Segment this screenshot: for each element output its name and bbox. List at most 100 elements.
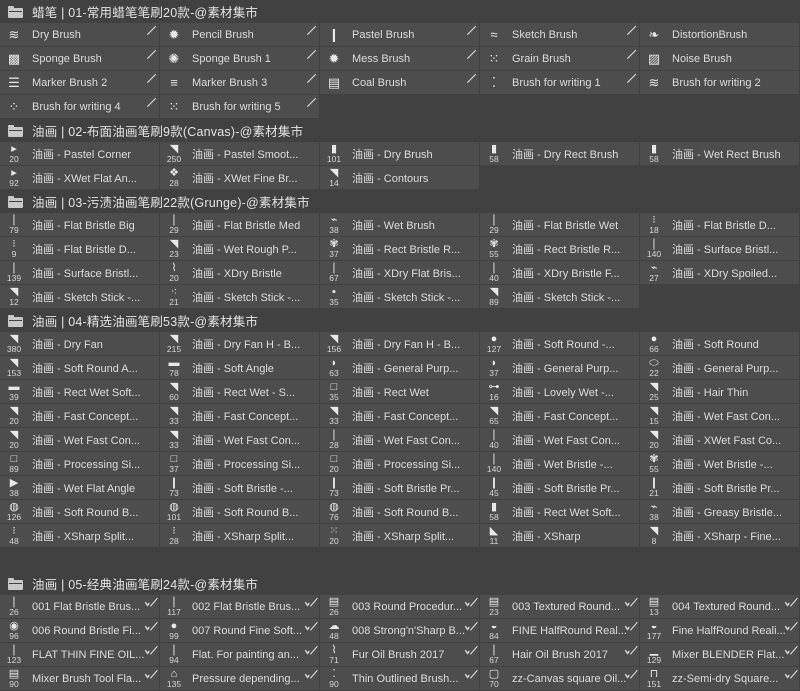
brush-item[interactable]: ❖ 28 油画 - XWet Fine Br... bbox=[160, 166, 319, 189]
brush-item[interactable]: ❘ 29 油画 - Flat Bristle Med bbox=[160, 213, 319, 236]
brush-item[interactable]: ◥ 25 油画 - Hair Thin bbox=[640, 380, 799, 403]
brush-item[interactable]: ❘ 29 油画 - Flat Bristle Wet bbox=[480, 213, 639, 236]
brush-item[interactable]: ⁚ 90 Thin Outlined Brush... bbox=[320, 667, 479, 690]
brush-item[interactable]: ▢ 70 zz-Canvas square Oil... bbox=[480, 667, 639, 690]
brush-item[interactable]: ❘ 140 油画 - Surface Bristl... bbox=[640, 237, 799, 260]
brush-item[interactable]: ◥ 153 油画 - Soft Round A... bbox=[0, 356, 159, 379]
brush-item[interactable]: ❘ 40 油画 - Wet Fast Con... bbox=[480, 428, 639, 451]
brush-item[interactable]: ≡ Marker Brush 3 bbox=[160, 71, 319, 94]
brush-item[interactable]: ◥ 60 油画 - Rect Wet - S... bbox=[160, 380, 319, 403]
brush-item[interactable]: ⁝ 48 油画 - XSharp Split... bbox=[0, 524, 159, 547]
brush-item[interactable]: ◥ 380 油画 - Dry Fan bbox=[0, 332, 159, 355]
brush-item[interactable]: ❘ 94 Flat. For painting an... bbox=[160, 643, 319, 666]
brush-item[interactable]: ▤ 13 004 Textured Round... bbox=[640, 595, 799, 618]
brush-item[interactable]: ▸ 20 油画 - Pastel Corner bbox=[0, 142, 159, 165]
brush-item[interactable]: ◍ 76 油画 - Soft Round B... bbox=[320, 500, 479, 523]
group-header-group-canvas-oil[interactable]: 油画 | 02-布面油画笔刷9款(Canvas)-@素材集市 bbox=[0, 119, 800, 142]
brush-item[interactable]: ✾ 55 油画 - Wet Bristle -... bbox=[640, 452, 799, 475]
brush-item[interactable]: ⁙ Brush for writing 5 bbox=[160, 95, 319, 118]
brush-item[interactable]: ✾ 37 油画 - Rect Bristle R... bbox=[320, 237, 479, 260]
brush-item[interactable]: ❧ DistortionBrush bbox=[640, 23, 799, 46]
brush-item[interactable]: ❙ 73 油画 - Soft Bristle -... bbox=[160, 476, 319, 499]
brush-item[interactable]: □ 89 油画 - Processing Si... bbox=[0, 452, 159, 475]
brush-item[interactable]: ◗ 37 油画 - General Purp... bbox=[480, 356, 639, 379]
brush-item[interactable]: ⬭ 22 油画 - General Purp... bbox=[640, 356, 799, 379]
brush-item[interactable]: ≋ Dry Brush bbox=[0, 23, 159, 46]
brush-item[interactable]: ◥ 33 油画 - Fast Concept... bbox=[320, 404, 479, 427]
brush-item[interactable]: ◥ 20 油画 - XWet Fast Co... bbox=[640, 428, 799, 451]
brush-item[interactable]: ◥ 250 油画 - Pastel Smoot... bbox=[160, 142, 319, 165]
brush-item[interactable]: ◥ 23 油画 - Wet Rough P... bbox=[160, 237, 319, 260]
brush-item[interactable]: ⁝ 18 油画 - Flat Bristle D... bbox=[640, 213, 799, 236]
brush-item[interactable]: ⁚ Brush for writing 1 bbox=[480, 71, 639, 94]
brush-item[interactable]: ⊶ 16 油画 - Lovely Wet -... bbox=[480, 380, 639, 403]
brush-item[interactable]: ≋ Brush for writing 2 bbox=[640, 71, 799, 94]
brush-item[interactable]: □ 37 油画 - Processing Si... bbox=[160, 452, 319, 475]
brush-item[interactable]: ❘ 67 油画 - XDry Flat Bris... bbox=[320, 261, 479, 284]
brush-item[interactable]: ▮ 58 油画 - Rect Wet Soft... bbox=[480, 500, 639, 523]
brush-item[interactable]: ❘ 139 油画 - Surface Bristl... bbox=[0, 261, 159, 284]
brush-item[interactable]: ❘ 123 FLAT THIN FINE OIL... bbox=[0, 643, 159, 666]
brush-item[interactable]: ⁖ 21 油画 - Sketch Stick -... bbox=[160, 285, 319, 308]
brush-item[interactable]: ❘ 26 001 Flat Bristle Brus... bbox=[0, 595, 159, 618]
brush-item[interactable]: ▮ 101 油画 - Dry Brush bbox=[320, 142, 479, 165]
brush-item[interactable]: ≈ Sketch Brush bbox=[480, 23, 639, 46]
brush-item[interactable]: ◥ 156 油画 - Dry Fan H - B... bbox=[320, 332, 479, 355]
brush-item[interactable]: ⌂ 135 Pressure depending... bbox=[160, 667, 319, 690]
brush-item[interactable]: ◥ 14 油画 - Contours bbox=[320, 166, 479, 189]
brush-item[interactable]: ▪ 35 油画 - Sketch Stick -... bbox=[320, 285, 479, 308]
brush-item[interactable]: ◍ 126 油画 - Soft Round B... bbox=[0, 500, 159, 523]
brush-item[interactable]: ⁝ 28 油画 - XSharp Split... bbox=[160, 524, 319, 547]
brush-item[interactable]: ❙ 73 油画 - Soft Bristle Pr... bbox=[320, 476, 479, 499]
brush-item[interactable]: ⌁ 27 油画 - XDry Spoiled... bbox=[640, 261, 799, 284]
brush-item[interactable]: ● 66 油画 - Soft Round bbox=[640, 332, 799, 355]
brush-item[interactable]: ▤ Coal Brush bbox=[320, 71, 479, 94]
brush-item[interactable]: ⁘ Brush for writing 4 bbox=[0, 95, 159, 118]
brush-item[interactable]: ⌁ 38 油画 - Wet Brush bbox=[320, 213, 479, 236]
brush-item[interactable]: ◍ 101 油画 - Soft Round B... bbox=[160, 500, 319, 523]
brush-item[interactable]: ▬ 78 油画 - Soft Angle bbox=[160, 356, 319, 379]
brush-item[interactable]: ❙ Pastel Brush bbox=[320, 23, 479, 46]
brush-item[interactable]: ❘ 140 油画 - Wet Bristle -... bbox=[480, 452, 639, 475]
group-header-group-crayon[interactable]: 蜡笔 | 01-常用蜡笔笔刷20款-@素材集市 bbox=[0, 0, 800, 23]
brush-item[interactable]: ▬ 39 油画 - Rect Wet Soft... bbox=[0, 380, 159, 403]
brush-item[interactable]: ⁙ Grain Brush bbox=[480, 47, 639, 70]
brush-item[interactable]: ⌇ 71 Fur Oil Brush 2017 bbox=[320, 643, 479, 666]
brush-item[interactable]: ❘ 28 油画 - Wet Fast Con... bbox=[320, 428, 479, 451]
brush-item[interactable]: ◒ 177 Fine HalfRound Reali... bbox=[640, 619, 799, 642]
brush-item[interactable]: ❘ 40 油画 - XDry Bristle F... bbox=[480, 261, 639, 284]
brush-item[interactable]: ✾ 55 油画 - Rect Bristle R... bbox=[480, 237, 639, 260]
brush-item[interactable]: ⌁ 38 油画 - Greasy Bristle... bbox=[640, 500, 799, 523]
group-header-group-selected-oil[interactable]: 油画 | 04-精选油画笔刷53款-@素材集市 bbox=[0, 309, 800, 332]
brush-item[interactable]: ▮ 58 油画 - Wet Rect Brush bbox=[640, 142, 799, 165]
brush-item[interactable]: ▁ 129 Mixer BLENDER Flat... bbox=[640, 643, 799, 666]
brush-item[interactable]: ▶ 38 油画 - Wet Flat Angle bbox=[0, 476, 159, 499]
brush-item[interactable]: ⊓ 151 zz-Semi-dry Square... bbox=[640, 667, 799, 690]
brush-item[interactable]: ● 99 007 Round Fine Soft... bbox=[160, 619, 319, 642]
brush-item[interactable]: ✹ Mess Brush bbox=[320, 47, 479, 70]
brush-item[interactable]: ▨ Noise Brush bbox=[640, 47, 799, 70]
brush-item[interactable]: ❘ 67 Hair Oil Brush 2017 bbox=[480, 643, 639, 666]
brush-item[interactable]: ◣ 11 油画 - XSharp bbox=[480, 524, 639, 547]
brush-item[interactable]: ◥ 33 油画 - Fast Concept... bbox=[160, 404, 319, 427]
brush-item[interactable]: ◥ 12 油画 - Sketch Stick -... bbox=[0, 285, 159, 308]
brush-item[interactable]: □ 35 油画 - Rect Wet bbox=[320, 380, 479, 403]
brush-item[interactable]: ◥ 20 油画 - Wet Fast Con... bbox=[0, 428, 159, 451]
brush-item[interactable]: ▮ 58 油画 - Dry Rect Brush bbox=[480, 142, 639, 165]
brush-item[interactable]: □ 20 油画 - Processing Si... bbox=[320, 452, 479, 475]
brush-item[interactable]: ⁝ 9 油画 - Flat Bristle D... bbox=[0, 237, 159, 260]
group-header-group-grunge-oil[interactable]: 油画 | 03-污渍油画笔刷22款(Grunge)-@素材集市 bbox=[0, 190, 800, 213]
brush-item[interactable]: ✺ Sponge Brush 1 bbox=[160, 47, 319, 70]
brush-item[interactable]: ◒ 84 FINE HalfRound Real... bbox=[480, 619, 639, 642]
brush-item[interactable]: ◥ 15 油画 - Wet Fast Con... bbox=[640, 404, 799, 427]
group-header-group-classic-oil[interactable]: 油画 | 05-经典油画笔刷24款-@素材集市 bbox=[0, 572, 800, 595]
brush-item[interactable]: ⌇ 20 油画 - XDry Bristle bbox=[160, 261, 319, 284]
brush-item[interactable]: ◥ 8 油画 - XSharp - Fine... bbox=[640, 524, 799, 547]
brush-item[interactable]: ▤ 90 Mixer Brush Tool Fla... bbox=[0, 667, 159, 690]
brush-item[interactable]: ☁ 48 008 Strong'n'Sharp B... bbox=[320, 619, 479, 642]
brush-item[interactable]: ☰ Marker Brush 2 bbox=[0, 71, 159, 94]
brush-item[interactable]: ✹ Pencil Brush bbox=[160, 23, 319, 46]
brush-item[interactable]: ◥ 33 油画 - Wet Fast Con... bbox=[160, 428, 319, 451]
brush-item[interactable]: ◉ 96 006 Round Bristle Fi... bbox=[0, 619, 159, 642]
brush-item[interactable]: ● 127 油画 - Soft Round -... bbox=[480, 332, 639, 355]
